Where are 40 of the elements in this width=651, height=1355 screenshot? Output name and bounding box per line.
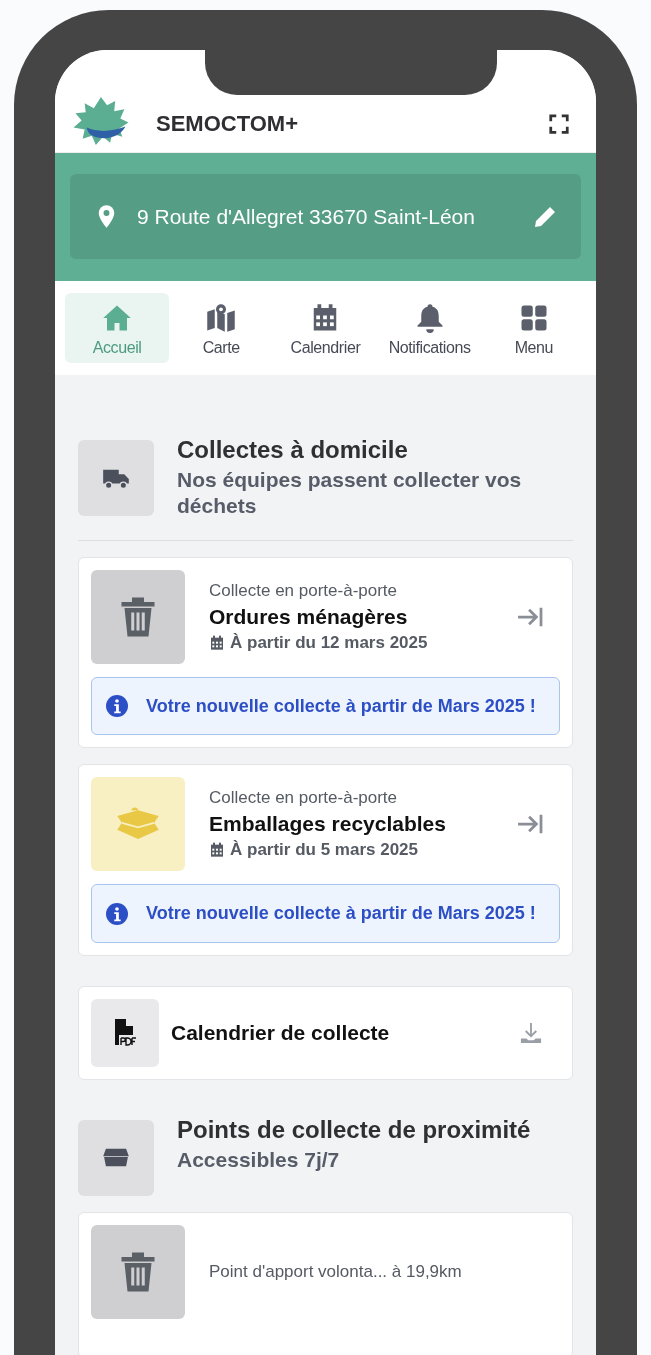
open-button[interactable] xyxy=(516,605,544,628)
start-date: À partir du 5 mars 2025 xyxy=(230,840,419,861)
home-icon xyxy=(102,303,133,333)
collection-type: Collecte en porte-à-porte xyxy=(209,788,399,809)
fullscreen-button[interactable] xyxy=(548,112,570,135)
fullscreen-icon xyxy=(548,112,570,135)
address-text: 9 Route d'Allegret 33670 Saint-Léon xyxy=(137,204,476,229)
trash-can-icon xyxy=(120,595,156,638)
section-subtitle: Nos équipes passent collecter vos déchets xyxy=(177,467,523,520)
info-icon xyxy=(106,694,128,717)
nav-tab[interactable]: Carte xyxy=(169,293,274,363)
download-icon xyxy=(520,1022,542,1045)
open-button[interactable] xyxy=(516,813,544,836)
pencil-icon xyxy=(533,204,557,229)
nav-tab[interactable]: Menu xyxy=(481,293,586,363)
pdf-file-icon xyxy=(113,1019,137,1048)
collection-type: Point d'apport volonta... à 19,9km xyxy=(209,1262,463,1283)
arrow-to-line-icon xyxy=(516,813,544,836)
calendar-icon xyxy=(209,842,225,859)
nav-tab[interactable]: Notifications xyxy=(377,293,482,363)
section-subtitle: Accessibles 7j/7 xyxy=(177,1147,341,1174)
trash-can-icon xyxy=(120,1251,156,1294)
info-icon xyxy=(106,902,128,925)
document-title: Calendrier de collecte xyxy=(171,1021,391,1046)
location-pin-icon xyxy=(98,205,115,228)
truck-icon xyxy=(102,467,130,489)
section-title: Points de collecte de proximité xyxy=(177,1116,531,1145)
calendar-icon xyxy=(209,634,225,651)
download-card[interactable]: Calendrier de collecte xyxy=(78,986,573,1081)
notice-text: Votre nouvelle collecte à partir de Mars 2025 ! xyxy=(146,694,536,718)
notice-text: Votre nouvelle collecte à partir de Mars 2025 ! xyxy=(146,902,536,926)
collection-title: Emballages recyclables xyxy=(209,812,447,837)
collection-title: Ordures ménagères xyxy=(209,604,409,629)
app-title: SEMOCTOM+ xyxy=(156,110,299,137)
collection-type: Collecte en porte-à-porte xyxy=(209,580,399,601)
section-title: Collectes à domicile xyxy=(177,436,409,464)
arrow-to-line-icon xyxy=(516,605,544,628)
start-date: À partir du 12 mars 2025 xyxy=(230,632,428,653)
nav-tab[interactable]: Calendrier xyxy=(273,293,378,363)
map-icon xyxy=(206,303,237,333)
